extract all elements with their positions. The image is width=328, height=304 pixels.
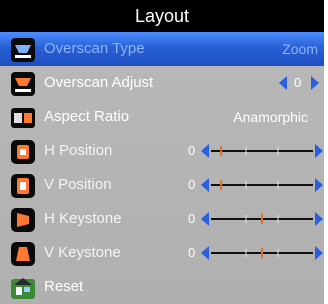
aspect-ratio-value[interactable]: Anamorphic <box>233 100 308 134</box>
menu-item-overscan-type[interactable]: Overscan Type Zoom <box>0 32 324 66</box>
menu-item-label: Reset <box>44 278 84 295</box>
overscan-adjust-icon <box>11 72 35 96</box>
v-keystone-icon <box>11 242 35 266</box>
menu-item-label: Overscan Adjust <box>44 74 154 91</box>
layout-menu: Layout Overscan Type Zoom Overscan Adjus… <box>0 0 324 304</box>
h-keystone-slider[interactable]: 0 <box>188 210 324 228</box>
v-position-icon <box>11 174 35 198</box>
v-keystone-value: 0 <box>188 245 196 260</box>
arrow-right-icon[interactable] <box>310 75 320 91</box>
h-keystone-value: 0 <box>188 211 196 226</box>
menu-item-reset[interactable]: Reset <box>0 270 324 304</box>
menu-item-label: V Position <box>44 176 112 193</box>
arrow-left-icon[interactable] <box>201 212 209 226</box>
arrow-right-icon[interactable] <box>315 246 323 260</box>
v-keystone-slider[interactable]: 0 <box>188 244 324 262</box>
h-position-slider[interactable]: 0 <box>188 142 324 160</box>
menu-item-label: Aspect Ratio <box>44 108 130 125</box>
overscan-type-icon <box>11 38 35 62</box>
arrow-left-icon[interactable] <box>201 144 209 158</box>
menu-item-label: H Position <box>44 142 113 159</box>
menu-item-v-keystone[interactable]: V Keystone 0 <box>0 236 324 270</box>
menu-item-label: V Keystone <box>44 244 121 261</box>
reset-icon <box>11 278 35 299</box>
arrow-left-icon[interactable] <box>201 178 209 192</box>
menu-item-h-keystone[interactable]: H Keystone 0 <box>0 202 324 236</box>
menu-item-h-position[interactable]: H Position 0 <box>0 134 324 168</box>
v-position-value: 0 <box>188 177 196 192</box>
arrow-right-icon[interactable] <box>315 178 323 192</box>
menu-item-overscan-adjust[interactable]: Overscan Adjust 0 <box>0 66 324 100</box>
h-position-icon <box>11 140 35 164</box>
arrow-right-icon[interactable] <box>315 144 323 158</box>
aspect-ratio-icon <box>11 108 35 128</box>
menu-item-label: H Keystone <box>44 210 122 227</box>
menu-title: Layout <box>0 0 324 32</box>
overscan-type-value[interactable]: Zoom <box>282 32 318 66</box>
overscan-adjust-stepper[interactable]: 0 <box>274 75 320 91</box>
v-position-slider[interactable]: 0 <box>188 176 324 194</box>
h-keystone-icon <box>11 208 35 232</box>
arrow-left-icon[interactable] <box>278 75 288 91</box>
arrow-left-icon[interactable] <box>201 246 209 260</box>
menu-item-v-position[interactable]: V Position 0 <box>0 168 324 202</box>
h-position-value: 0 <box>188 143 196 158</box>
menu-item-aspect-ratio[interactable]: Aspect Ratio Anamorphic <box>0 100 324 134</box>
menu-item-label: Overscan Type <box>44 40 145 57</box>
arrow-right-icon[interactable] <box>315 212 323 226</box>
overscan-adjust-value: 0 <box>294 75 302 90</box>
